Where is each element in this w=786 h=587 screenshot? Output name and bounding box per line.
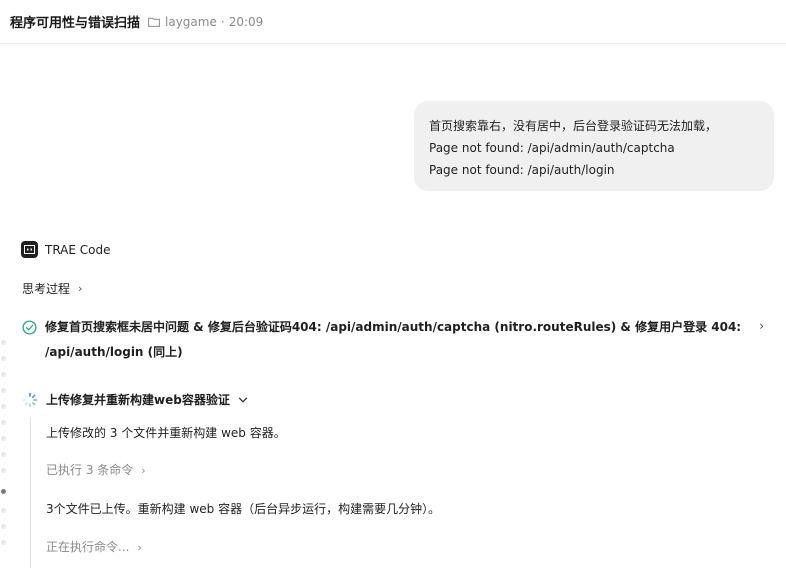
scroll-indicator[interactable]	[0, 340, 6, 570]
completed-task-text: 修复首页搜索框未居中问题 & 修复后台验证码404: /api/admin/au…	[45, 320, 742, 359]
executed-commands-label: 已执行 3 条命令	[46, 463, 134, 477]
scroll-dot	[1, 452, 6, 457]
user-message-bubble: 首页搜索靠右，没有居中，后台登录验证码无法加载， Page not found:…	[414, 101, 774, 191]
scroll-dot-active	[1, 489, 6, 494]
project-name[interactable]: laygame	[165, 15, 217, 29]
chat-header: 程序可用性与错误扫描 laygame · 20:09	[0, 0, 786, 44]
chevron-right-icon: ›	[78, 282, 83, 295]
scroll-dot	[1, 372, 6, 377]
check-circle-icon	[22, 320, 37, 335]
chevron-down-icon[interactable]	[238, 396, 248, 404]
meta-separator: ·	[220, 14, 225, 29]
executing-commands-toggle[interactable]: 正在执行命令... ›	[46, 538, 142, 555]
scroll-dot	[1, 436, 6, 441]
scroll-dot	[1, 540, 6, 545]
executing-commands-label: 正在执行命令...	[46, 540, 130, 554]
user-message-line: Page not found: /api/auth/login	[429, 163, 615, 177]
scroll-dot	[1, 388, 6, 393]
conversation-meta: laygame · 20:09	[148, 15, 263, 29]
running-task-steps: 上传修改的 3 个文件并重新构建 web 容器。 已执行 3 条命令 › 3个文件…	[30, 418, 770, 568]
chat-page: 程序可用性与错误扫描 laygame · 20:09 首页搜索靠右，没有居中，后…	[0, 0, 786, 587]
scroll-dot	[1, 356, 6, 361]
running-task-header[interactable]: 上传修复并重新构建web容器验证	[22, 391, 248, 408]
folder-icon	[148, 17, 160, 27]
scroll-dot	[1, 524, 6, 529]
step-text: 上传修改的 3 个文件并重新构建 web 容器。	[46, 426, 286, 440]
assistant-name: TRAE Code	[45, 242, 111, 257]
scroll-dot	[1, 404, 6, 409]
conversation-time: 20:09	[228, 14, 264, 29]
thinking-toggle[interactable]: 思考过程 ›	[22, 280, 82, 297]
chevron-right-icon: ›	[141, 464, 146, 477]
completed-task[interactable]: 修复首页搜索框未居中问题 & 修复后台验证码404: /api/admin/au…	[22, 318, 772, 365]
spinner-icon	[22, 392, 38, 407]
executed-commands-toggle[interactable]: 已执行 3 条命令 ›	[46, 461, 146, 478]
scroll-dot	[1, 468, 6, 473]
agent-logo-icon	[21, 241, 38, 258]
scroll-dot	[1, 420, 6, 425]
assistant-header: TRAE Code	[21, 241, 111, 258]
user-message-line: 首页搜索靠右，没有居中，后台登录验证码无法加载，	[429, 119, 718, 133]
running-task-title: 上传修复并重新构建web容器验证	[46, 393, 230, 407]
step-text: 3个文件已上传。重新构建 web 容器（后台异步运行，构建需要几分钟）。	[46, 502, 441, 516]
chevron-right-icon[interactable]: ›	[759, 319, 764, 333]
chevron-right-icon: ›	[137, 541, 142, 554]
thinking-label: 思考过程	[22, 282, 71, 296]
conversation-title[interactable]: 程序可用性与错误扫描	[10, 12, 140, 31]
scroll-dot	[1, 340, 6, 345]
user-message-line: Page not found: /api/admin/auth/captcha	[429, 141, 675, 155]
scroll-dot	[1, 508, 6, 513]
